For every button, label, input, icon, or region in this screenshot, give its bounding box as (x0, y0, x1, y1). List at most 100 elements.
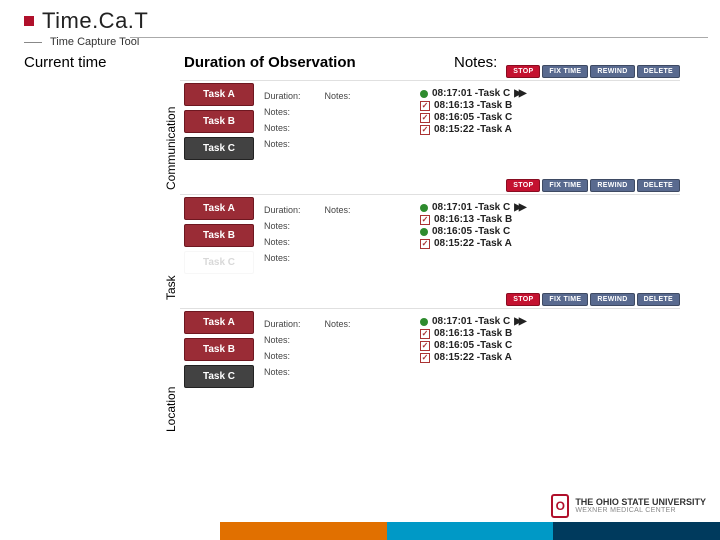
checkbox-icon: ✓ (420, 113, 430, 123)
task-button[interactable]: Task A (184, 83, 254, 106)
footer-color-bar (220, 522, 720, 540)
log-text: 08:17:01 -Task C (432, 202, 510, 213)
footer-bar-teal (387, 522, 554, 540)
delete-button[interactable]: DELETE (637, 293, 680, 306)
stop-button[interactable]: STOP (506, 179, 540, 192)
log-entry[interactable]: ✓ 08:15:22 -Task A (420, 352, 678, 363)
log-entry[interactable]: 08:17:01 -Task C ▶▶ (420, 316, 678, 327)
play-icon: ▶▶ (514, 316, 523, 327)
log-text: 08:16:13 -Task B (434, 328, 512, 339)
delete-button[interactable]: DELETE (637, 179, 680, 192)
play-icon: ▶▶ (514, 88, 523, 99)
status-dot-icon (420, 228, 428, 236)
log-text: 08:17:01 -Task C (432, 88, 510, 99)
log-entry[interactable]: ✓ 08:16:05 -Task C (420, 340, 678, 351)
status-dot-icon (420, 90, 428, 98)
brand-square-icon (24, 16, 34, 26)
duration-column: Duration:Notes:Notes:Notes:Notes: (258, 195, 418, 294)
org-logo: O THE OHIO STATE UNIVERSITY WEXNER MEDIC… (551, 494, 706, 518)
log-entry[interactable]: ✓ 08:15:22 -Task A (420, 124, 678, 135)
duration-column: Duration:Notes:Notes:Notes:Notes: (258, 309, 418, 408)
app-header: Time.Ca.T Time Capture Tool (0, 0, 720, 48)
log-entry[interactable]: 08:17:01 -Task C ▶▶ (420, 88, 678, 99)
rule-icon (24, 42, 42, 43)
log-column: 08:17:01 -Task C ▶▶ ✓ 08:16:13 -Task B08:16… (418, 195, 680, 294)
category-label-communication: Communication (164, 107, 178, 190)
panel-actions: STOPFIX TIMEREWINDDELETE (506, 293, 680, 306)
notes-label: Notes: (264, 123, 418, 133)
log-text: 08:15:22 -Task A (434, 352, 512, 363)
stop-button[interactable]: STOP (506, 293, 540, 306)
fix-time-button[interactable]: FIX TIME (542, 65, 588, 78)
log-entry[interactable]: ✓08:16:05 -Task C (420, 112, 678, 123)
org-line2: WEXNER MEDICAL CENTER (575, 507, 706, 514)
task-button[interactable]: Task C (184, 365, 254, 388)
log-entry[interactable]: ✓ 08:16:13 -Task B (420, 100, 678, 111)
log-text: 08:16:13 -Task B (434, 100, 512, 111)
log-text: 08:16:13 -Task B (434, 214, 512, 225)
notes-label: Notes: (264, 367, 418, 377)
log-entry[interactable]: ✓ 08:16:13 -Task B (420, 214, 678, 225)
task-button[interactable]: Task B (184, 224, 254, 247)
checkbox-icon: ✓ (420, 239, 430, 249)
footer-bar-orange (220, 522, 387, 540)
notes-label: Notes: (264, 237, 418, 247)
category-label-location: Location (164, 387, 178, 432)
task-button[interactable]: Task C (184, 137, 254, 160)
label-notes: Notes: (454, 54, 497, 71)
notes-label: Notes: (325, 91, 351, 101)
notes-label: Notes: (325, 319, 351, 329)
notes-label: Notes: (264, 139, 418, 149)
task-button[interactable]: Task A (184, 197, 254, 220)
app-title: Time.Ca.T (42, 8, 148, 34)
checkbox-icon: ✓ (420, 341, 430, 351)
log-column: 08:17:01 -Task C▶▶✓08:16:13 -Task B✓08:1… (418, 81, 680, 180)
status-dot-icon (420, 318, 428, 326)
rewind-button[interactable]: REWIND (590, 179, 634, 192)
notes-label: Notes: (264, 221, 418, 231)
panel-communication: STOPFIX TIMEREWINDDELETETask ATask BTask… (180, 80, 680, 180)
panels-container: STOPFIX TIMEREWINDDELETETask ATask BTask… (180, 80, 680, 422)
tasks-column: Task A Task B Task C (180, 309, 258, 408)
log-entry[interactable]: ✓ 08:15:22 -Task A (420, 238, 678, 249)
stop-button[interactable]: STOP (506, 65, 540, 78)
log-text: 08:16:05 -Task C (434, 340, 512, 351)
duration-label: Duration: (264, 91, 301, 101)
label-current-time: Current time (24, 54, 184, 71)
duration-column: Duration:Notes:Notes:Notes:Notes: (258, 81, 418, 180)
log-text: 08:17:01 -Task C (432, 316, 510, 327)
log-entry[interactable]: 08:16:05 -Task C (420, 226, 678, 237)
footer-bar-navy (553, 522, 720, 540)
task-button[interactable]: Task C (184, 251, 254, 274)
checkbox-icon: ✓ (420, 215, 430, 225)
panel-task: STOPFIX TIMEREWINDDELETETask ATask BTask… (180, 194, 680, 294)
fix-time-button[interactable]: FIX TIME (542, 293, 588, 306)
status-dot-icon (420, 204, 428, 212)
notes-label: Notes: (325, 205, 351, 215)
org-mark-icon: O (551, 494, 569, 518)
checkbox-icon: ✓ (420, 353, 430, 363)
checkbox-icon: ✓ (420, 101, 430, 111)
panel-body: Task A Task B Task C Duration: Notes: Notes: N… (180, 80, 680, 180)
tasks-column: Task A Task B Task C (180, 81, 258, 180)
log-text: 08:15:22 -Task A (434, 124, 512, 135)
notes-label: Notes: (264, 335, 418, 345)
checkbox-icon: ✓ (420, 125, 430, 135)
delete-button[interactable]: DELETE (637, 65, 680, 78)
rewind-button[interactable]: REWIND (590, 65, 634, 78)
duration-label: Duration: (264, 205, 301, 215)
footer: O THE OHIO STATE UNIVERSITY WEXNER MEDIC… (0, 522, 720, 540)
task-button[interactable]: Task B (184, 338, 254, 361)
task-button[interactable]: Task A (184, 311, 254, 334)
task-button[interactable]: Task B (184, 110, 254, 133)
panel-body: Task A Task B Task C Duration: Notes: Notes: N… (180, 194, 680, 294)
app-subtitle: Time Capture Tool (50, 36, 139, 48)
log-text: 08:15:22 -Task A (434, 238, 512, 249)
fix-time-button[interactable]: FIX TIME (542, 179, 588, 192)
rewind-button[interactable]: REWIND (590, 293, 634, 306)
panel-actions: STOPFIX TIMEREWINDDELETE (506, 179, 680, 192)
panel-actions: STOPFIX TIMEREWINDDELETE (506, 65, 680, 78)
log-entry[interactable]: ✓08:16:13 -Task B (420, 328, 678, 339)
play-icon: ▶▶ (514, 202, 523, 213)
log-entry[interactable]: 08:17:01 -Task C ▶▶ (420, 202, 678, 213)
